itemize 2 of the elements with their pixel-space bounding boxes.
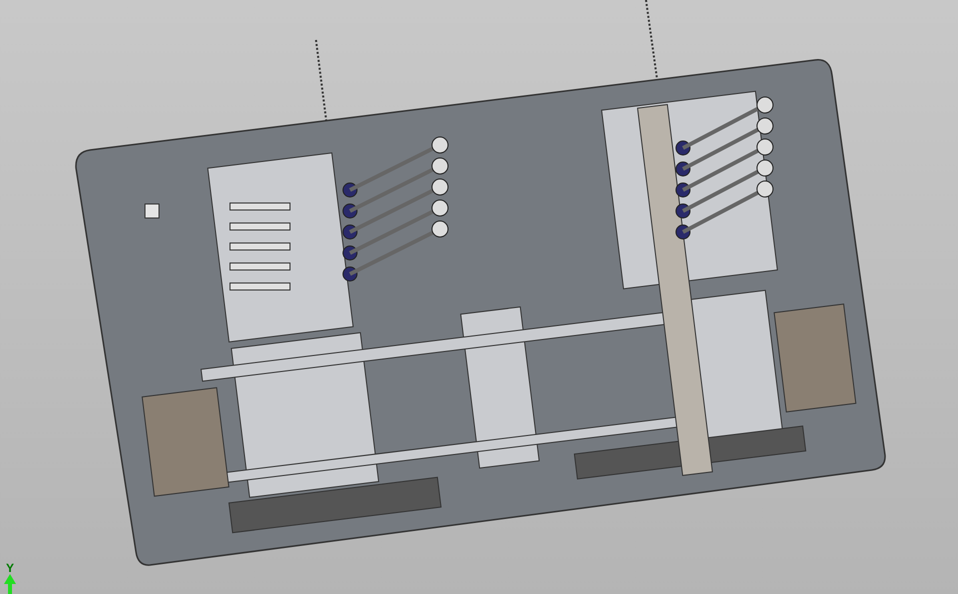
axis-arrow-icon	[4, 574, 16, 594]
y-axis-label: Y	[6, 562, 14, 574]
